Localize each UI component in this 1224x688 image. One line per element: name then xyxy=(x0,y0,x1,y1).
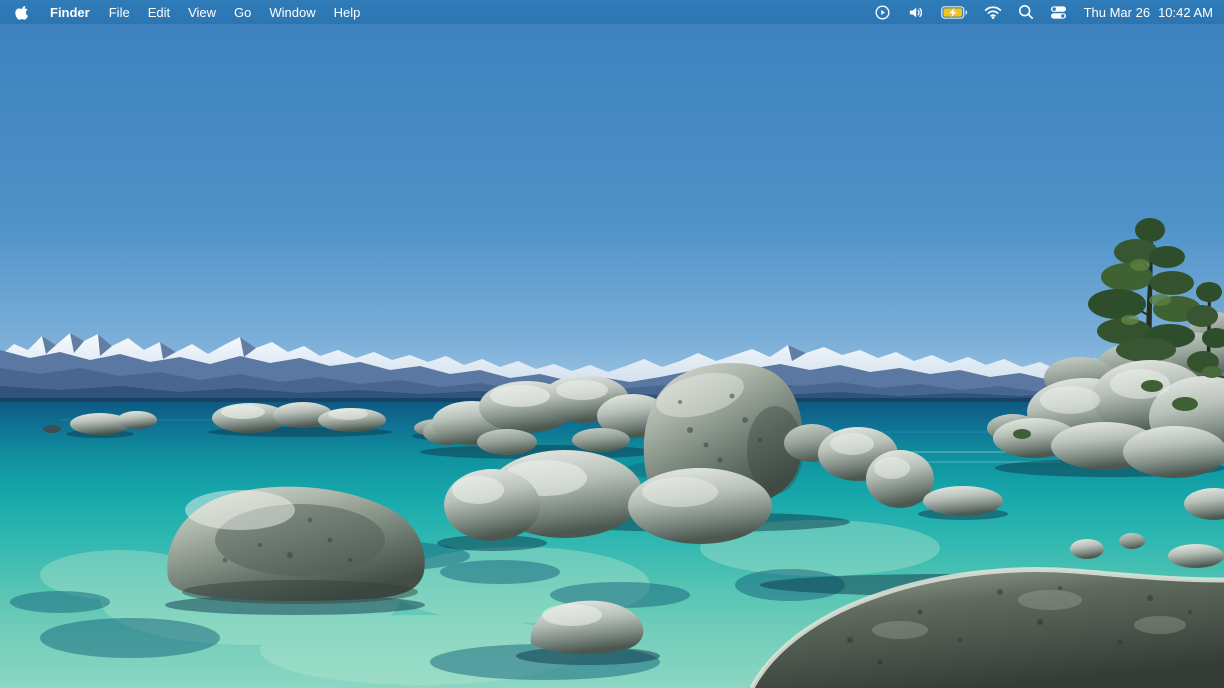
apple-menu[interactable] xyxy=(0,0,40,24)
play-circle-icon xyxy=(874,4,891,21)
menu-bar-clock[interactable]: Thu Mar 26 10:42 AM xyxy=(1075,5,1213,20)
wifi-status[interactable] xyxy=(976,0,1010,24)
menu-help[interactable]: Help xyxy=(325,0,370,24)
play-circle-status[interactable] xyxy=(866,0,899,24)
battery-charging-icon xyxy=(941,6,968,19)
wallpaper-lake-tahoe xyxy=(0,0,1224,688)
wifi-icon xyxy=(984,5,1002,19)
volume-status[interactable] xyxy=(899,0,933,24)
menu-bar: Finder File Edit View Go Window Help xyxy=(0,0,1224,24)
menu-window[interactable]: Window xyxy=(260,0,324,24)
menu-file[interactable]: File xyxy=(100,0,139,24)
menu-go[interactable]: Go xyxy=(225,0,260,24)
control-center[interactable] xyxy=(1042,0,1075,24)
volume-icon xyxy=(907,4,925,21)
apple-logo-icon xyxy=(15,4,30,21)
app-menu-finder[interactable]: Finder xyxy=(40,0,100,24)
spotlight-search[interactable] xyxy=(1010,0,1042,24)
menu-bar-left: Finder File Edit View Go Window Help xyxy=(0,0,369,24)
menu-bar-status-area: Thu Mar 26 10:42 AM xyxy=(866,0,1224,24)
battery-status[interactable] xyxy=(933,0,976,24)
search-icon xyxy=(1018,4,1034,20)
desktop[interactable]: Finder File Edit View Go Window Help xyxy=(0,0,1224,688)
menu-edit[interactable]: Edit xyxy=(139,0,179,24)
clock-time: 10:42 AM xyxy=(1158,5,1213,20)
menu-view[interactable]: View xyxy=(179,0,225,24)
control-center-icon xyxy=(1050,6,1067,19)
clock-date: Thu Mar 26 xyxy=(1084,5,1150,20)
